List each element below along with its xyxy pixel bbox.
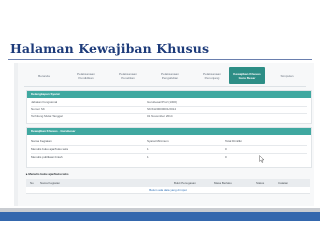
- col-no: No: [30, 181, 34, 185]
- sub-table-header: No Nama Kegiatan Bukti Penugasan Masa Be…: [26, 179, 310, 187]
- info-label: Nomor SK: [31, 107, 45, 111]
- app-screenshot: Beranda Pelaksanaan Pendidikan Pelaksana…: [14, 63, 314, 206]
- col-catatan: Catatan: [278, 181, 289, 185]
- tab-beranda[interactable]: Beranda: [26, 67, 62, 84]
- duty-row-minimum: 1: [147, 147, 149, 151]
- requirements-panel-header: Kelengkapan Syarat: [27, 91, 311, 98]
- duty-row-kegiatan[interactable]: Menulis buku ajar/buku teks: [31, 146, 68, 152]
- duty-row-dimiliki: 0: [225, 147, 227, 151]
- col-bukti-penugasan: Bukti Penugasan: [174, 181, 196, 185]
- tab-kewajiban-khusus[interactable]: Kewajiban Khusus Guru Besar: [229, 67, 265, 84]
- duty-col-header-kegiatan: Nama Kegiatan: [31, 139, 52, 143]
- tab-underline: [24, 86, 306, 87]
- duty-panel: Kewajiban Khusus - Gurubesar Nama Kegiat…: [26, 127, 312, 168]
- duty-row-kegiatan[interactable]: Menulis publikasi ilmiah: [31, 154, 63, 160]
- mouse-pointer-icon: [259, 155, 265, 163]
- duty-panel-header: Kewajiban Khusus - Gurubesar: [27, 128, 311, 135]
- col-masa-berlaku: Masa Berlaku: [214, 181, 232, 185]
- row-divider: [31, 145, 307, 146]
- tab-simpulan[interactable]: Simpulan: [269, 67, 305, 84]
- duty-col-header-dimiliki: Total Dimiliki: [225, 139, 242, 143]
- info-label: Jabatan Fungsional: [31, 100, 58, 104]
- info-row: Terhitung Mulai Tanggal 01 November 2014: [31, 113, 307, 119]
- tab-pendidikan[interactable]: Pelaksanaan Pendidikan: [68, 67, 104, 84]
- sub-table-title-text: Menulis buku ajar/buku teks: [28, 172, 69, 176]
- empty-message: Belum ada data yang di input: [149, 188, 187, 192]
- duty-row-minimum: 1: [147, 155, 149, 159]
- row-divider: [31, 153, 307, 154]
- tab-penelitian[interactable]: Pelaksanaan Penelitian: [110, 67, 146, 84]
- info-row: Nomor SK SK/KH/0000001/2014: [31, 106, 307, 112]
- tab-pengabdian[interactable]: Pelaksanaan Pengabdian: [152, 67, 188, 84]
- sub-table-title: ▸ Menulis buku ajar/buku teks: [26, 171, 310, 177]
- info-row: Jabatan Fungsional Gurubesar/Prof (1300): [31, 99, 307, 105]
- col-status: Status: [256, 181, 265, 185]
- sub-table-empty-row: Belum ada data yang di input: [26, 187, 310, 194]
- info-value: Gurubesar/Prof (1300): [147, 100, 178, 104]
- duty-col-header-minimum: Syarat Minimum: [147, 139, 169, 143]
- window-edge: [14, 63, 18, 206]
- tab-penunjang[interactable]: Pelaksanaan Penunjang: [194, 67, 230, 84]
- info-value: 01 November 2014: [147, 114, 173, 118]
- duty-row-dimiliki: 0: [225, 155, 227, 159]
- slide-title: Halaman Kewajiban Khusus: [10, 41, 210, 56]
- col-nama-kegiatan: Nama Kegiatan: [40, 181, 60, 185]
- info-value: SK/KH/0000001/2014: [147, 107, 177, 111]
- title-divider: [8, 59, 312, 60]
- footer-band-blue: [0, 212, 320, 221]
- tab-bar: Beranda Pelaksanaan Pendidikan Pelaksana…: [24, 65, 306, 85]
- requirements-panel: Kelengkapan Syarat Jabatan Fungsional Gu…: [26, 90, 312, 124]
- info-label: Terhitung Mulai Tanggal: [31, 114, 63, 118]
